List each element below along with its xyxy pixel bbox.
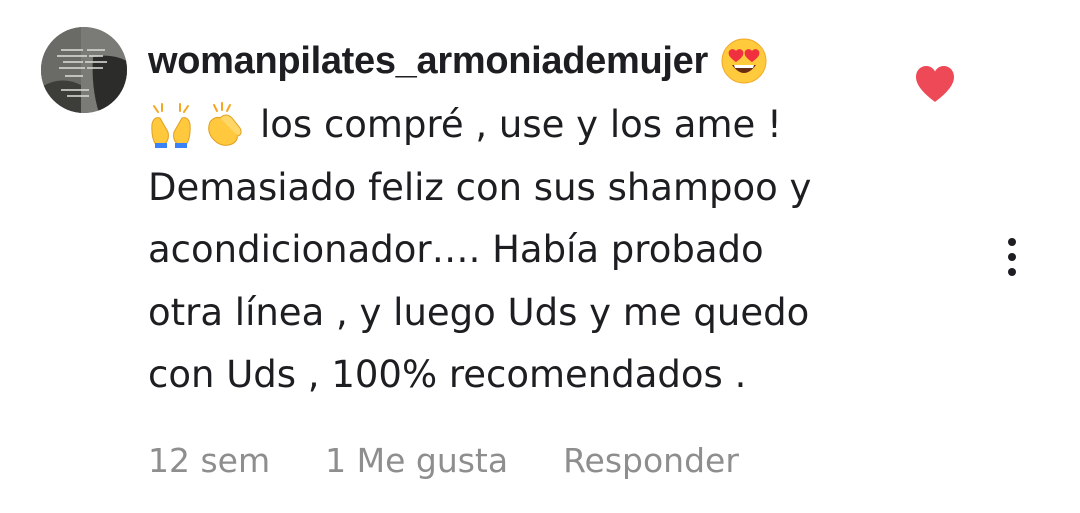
comment-text-line: con Uds , 100% recomendados .	[148, 353, 747, 396]
like-heart-icon[interactable]	[914, 64, 956, 104]
clapping-hands-emoji-icon	[200, 102, 246, 148]
username-row: womanpilates_armoniademujer	[148, 36, 768, 86]
heart-eyes-emoji-icon	[720, 37, 768, 85]
comment-line: los compré , use y los ame !	[148, 94, 928, 157]
comment-text-line: acondicionador…. Había probado	[148, 228, 764, 271]
comment: womanpilates_armoniademujer los compré ,…	[0, 0, 1080, 513]
comment-body: los compré , use y los ame ! Demasiado f…	[148, 94, 928, 407]
comment-text-line: otra línea , y luego Uds y me quedo	[148, 290, 810, 334]
comment-text-line: Demasiado feliz con sus shampoo y	[148, 165, 812, 209]
avatar-image	[41, 27, 127, 113]
comment-meta: 12 sem 1 Me gusta Responder	[148, 436, 739, 484]
comment-time: 12 sem	[148, 440, 271, 480]
username[interactable]: womanpilates_armoniademujer	[148, 40, 708, 83]
comment-text-line: los compré , use y los ame !	[260, 103, 782, 146]
likes-count[interactable]: 1 Me gusta	[325, 441, 508, 480]
raising-hands-emoji-icon	[148, 102, 194, 149]
avatar[interactable]	[41, 27, 127, 113]
reply-button[interactable]: Responder	[563, 441, 739, 480]
more-options-icon[interactable]	[994, 234, 1030, 280]
